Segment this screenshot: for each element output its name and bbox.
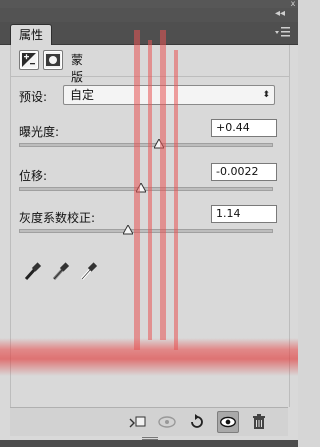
clip-to-layer-icon[interactable] (127, 411, 149, 433)
exposure-label: 曝光度: (19, 125, 60, 139)
gray-point-eyedropper-icon[interactable] (51, 260, 71, 282)
offset-field: 位移: -0.0022 (19, 163, 281, 203)
mask-mode-button[interactable] (43, 50, 63, 70)
panel-collapse-bar: ◂◂ (0, 8, 298, 22)
watermark-band (0, 338, 298, 376)
panel-tab-bar: 属性 (0, 22, 298, 45)
divider (11, 76, 289, 77)
exposure-slider[interactable] (19, 143, 273, 147)
offset-slider-thumb[interactable] (135, 183, 146, 193)
eyedropper-group (23, 260, 113, 284)
reset-icon[interactable] (186, 411, 208, 433)
exposure-mode-button[interactable] (19, 50, 39, 70)
preset-value: 自定 (70, 88, 95, 102)
exposure-field: 曝光度: +0.44 (19, 119, 281, 159)
tab-properties[interactable]: 属性 (10, 24, 53, 45)
exposure-adjustment-icon (22, 53, 36, 67)
chevron-updown-icon: ⬍ (262, 90, 270, 100)
panel-menu-icon[interactable] (274, 26, 292, 40)
panel-top-strip: x (0, 0, 298, 8)
properties-panel-window: x ◂◂ 属性 蒙版 预设: 自定 ⬍ 曝光度: +0.44 位移: -0.00… (0, 0, 298, 447)
bottom-toolbar (10, 407, 288, 436)
exposure-slider-thumb[interactable] (153, 139, 164, 149)
gamma-slider[interactable] (19, 229, 273, 233)
gamma-slider-thumb[interactable] (123, 225, 134, 235)
collapse-panel-icon[interactable]: ◂◂ (270, 7, 290, 21)
panel-footer-strip (0, 440, 298, 447)
mask-label: 蒙版 (71, 53, 84, 84)
visibility-eye-icon[interactable] (217, 411, 239, 433)
black-point-eyedropper-icon[interactable] (23, 260, 43, 282)
mask-icon (46, 54, 60, 66)
white-point-eyedropper-icon[interactable] (79, 260, 99, 282)
gamma-input[interactable]: 1.14 (211, 205, 277, 223)
gamma-field: 灰度系数校正: 1.14 (19, 205, 281, 245)
trash-icon[interactable] (248, 411, 270, 433)
preset-row: 预设: 自定 ⬍ (19, 85, 281, 107)
preset-label: 预设: (19, 90, 48, 104)
offset-slider[interactable] (19, 187, 273, 191)
preset-dropdown[interactable]: 自定 ⬍ (63, 85, 275, 105)
gamma-label: 灰度系数校正: (19, 211, 96, 225)
exposure-input[interactable]: +0.44 (211, 119, 277, 137)
view-previous-state-icon[interactable] (156, 411, 178, 433)
offset-input[interactable]: -0.0022 (211, 163, 277, 181)
offset-label: 位移: (19, 169, 48, 183)
